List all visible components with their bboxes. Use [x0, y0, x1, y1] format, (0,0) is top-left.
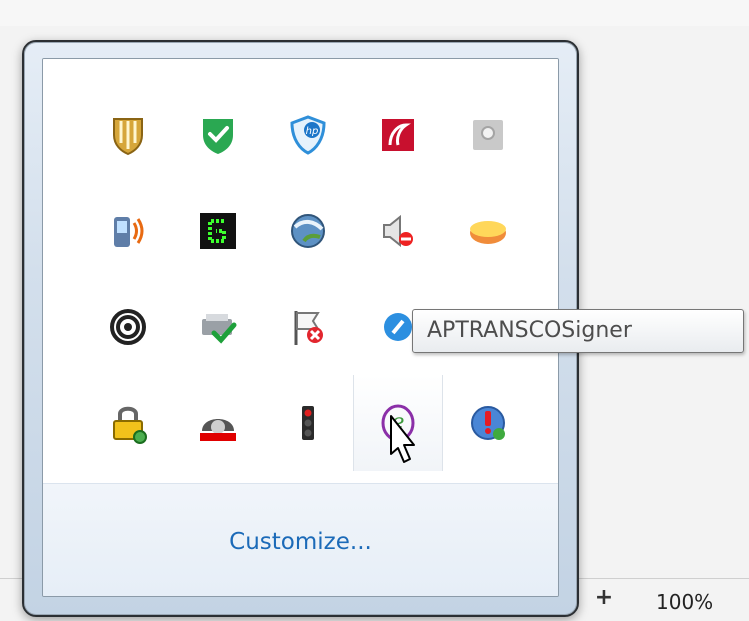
pill-icon: [470, 221, 506, 244]
tray-icon-2[interactable]: [173, 87, 263, 183]
tray-icon-5[interactable]: [443, 87, 533, 183]
hp-shield-icon: hp: [290, 115, 326, 155]
padlock-icon: [113, 406, 147, 444]
tray-icon-17[interactable]: [173, 375, 263, 471]
tray-icon-4[interactable]: [353, 87, 443, 183]
red-app-icon: [382, 119, 414, 151]
tray-icon-1[interactable]: [83, 87, 173, 183]
phone-signal-icon: [114, 217, 144, 247]
mouse-cursor-icon: [390, 415, 415, 463]
tray-icon-10[interactable]: [443, 183, 533, 279]
popup-footer: Customize...: [43, 483, 558, 596]
speaker-muted-icon: [383, 214, 413, 248]
icon-tooltip: APTRANSCOSigner: [412, 309, 744, 353]
svg-text:hp: hp: [306, 126, 319, 137]
tray-icon-16[interactable]: [83, 375, 173, 471]
tray-icon-area: hp e: [43, 59, 558, 479]
background-window: [0, 0, 749, 26]
globe-network-icon: [291, 214, 325, 248]
zoom-level: 100%: [656, 590, 714, 614]
tray-icon-18[interactable]: [263, 375, 353, 471]
tray-icon-13[interactable]: [263, 279, 353, 375]
tray-icon-3[interactable]: hp: [263, 87, 353, 183]
zoom-in-button[interactable]: +: [594, 587, 614, 609]
traffic-light-icon: [302, 406, 314, 440]
flag-error-icon: [294, 311, 323, 345]
tray-icon-12[interactable]: [173, 279, 263, 375]
tray-icon-7[interactable]: [173, 183, 263, 279]
shield-check-green-icon: [203, 119, 233, 154]
tray-icon-11[interactable]: [83, 279, 173, 375]
tray-icon-grid: hp e: [83, 87, 533, 471]
spiral-icon: [110, 309, 146, 345]
printer-check-icon: [202, 314, 237, 344]
tray-icon-9[interactable]: [353, 183, 443, 279]
disk-drive-icon: [200, 419, 236, 441]
tray-icon-20[interactable]: [443, 375, 533, 471]
gray-disc-icon: [473, 120, 503, 150]
customize-link[interactable]: Customize...: [43, 528, 558, 556]
globe-alert-icon: [471, 406, 505, 440]
tray-icon-8[interactable]: [263, 183, 353, 279]
tray-icon-6[interactable]: [83, 183, 173, 279]
green-terminal-icon: [200, 213, 236, 249]
shield-yellow-icon: [113, 118, 143, 156]
